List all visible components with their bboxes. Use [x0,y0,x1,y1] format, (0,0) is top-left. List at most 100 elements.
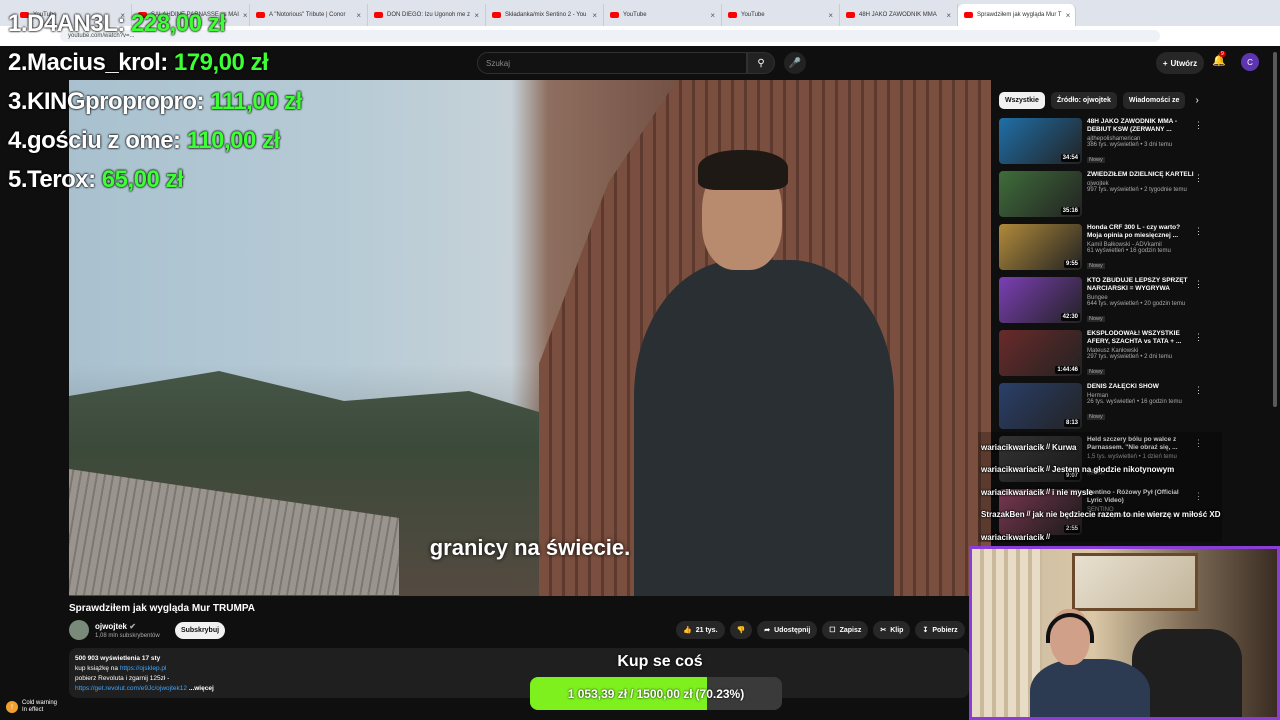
channel-avatar[interactable] [69,620,89,640]
download-button[interactable]: ↧ Pobierz [915,621,965,639]
more-options-icon[interactable]: ⋮ [1194,279,1203,290]
donation-goal-title: Kup se coś [617,653,703,670]
chevron-right-icon[interactable]: › [1195,92,1198,109]
sidebar-video-item[interactable]: 9:55 Honda CRF 300 L - czy warto? Moja op… [999,224,1209,277]
browser-tab[interactable]: DON DIEGO: Izu Ugonoh me z × [368,4,486,26]
video-thumbnail[interactable]: 8:13 [999,383,1082,429]
goal-percent: (70.23%) [695,686,745,701]
sidebar-video-item[interactable]: 34:54 48H JAKO ZAWODNIK MMA - DEBIUT KSW … [999,118,1209,171]
video-info: ZWIEDZIŁEM DZIELNICĘ KARTELI ojwojtek 997 … [1087,171,1195,193]
video-thumbnail[interactable]: 35:16 [999,171,1082,217]
revolut-link[interactable]: https://get.revolut.com/e9Jc/ojwojtek12 [75,685,187,692]
more-options-icon[interactable]: ⋮ [1194,385,1203,396]
browser-tab[interactable]: YouTube × [604,4,722,26]
webcam-poster [1072,553,1198,611]
youtube-favicon-icon [728,12,737,18]
voice-search-button[interactable]: 🎤 [784,52,806,74]
video-info: 48H JAKO ZAWODNIK MMA - DEBIUT KSW (ZERW… [1087,118,1195,166]
video-duration: 1:44:46 [1055,366,1080,374]
share-icon: ➦ [764,627,771,634]
video-title[interactable]: EKSPLODOWAŁ! WSZYSTKIE AFERY, SZACHTA vs… [1087,330,1195,346]
more-options-icon[interactable]: ⋮ [1194,332,1203,343]
share-button[interactable]: ➦ Udostępnij [757,621,818,639]
show-more-button[interactable]: ...więcej [189,685,214,692]
leaderboard-rank: 5. [8,166,28,193]
warning-icon: ! [6,701,18,713]
leaderboard-amount: 179,00 zł [173,49,269,76]
new-badge: Nowy [1087,369,1105,375]
youtube-favicon-icon [492,12,501,18]
video-duration: 35:16 [1060,207,1080,215]
new-badge: Nowy [1087,414,1105,420]
leaderboard-rank: 3. [8,88,28,115]
browser-tab[interactable]: YouTube × [722,4,840,26]
scissors-icon: ✂ [880,627,887,634]
donation-goal-bar: 1 053,39 zł/1500,00 zł (70.23%) [530,677,782,710]
chat-text: Jestem na głodzie nikotynowym [1052,465,1175,475]
close-tab-icon[interactable]: × [356,11,361,20]
sidebar-video-item[interactable]: 35:16 ZWIEDZIŁEM DZIELNICĘ KARTELI ojwojte… [999,171,1209,224]
save-button[interactable]: ☐ Zapisz [822,621,869,639]
more-options-icon[interactable]: ⋮ [1194,173,1203,184]
close-tab-icon[interactable]: × [710,11,715,20]
video-title[interactable]: 48H JAKO ZAWODNIK MMA - DEBIUT KSW (ZERW… [1087,118,1195,134]
chat-message: StrazakBen//jak nie będziecie razem to n… [981,504,1221,527]
bookmark-icon: ☐ [829,627,836,634]
goal-separator: / [630,686,634,701]
youtube-favicon-icon [846,12,855,18]
video-title[interactable]: Honda CRF 300 L - czy warto? Moja opinia… [1087,224,1195,240]
streamer-webcam [969,546,1280,720]
chat-text: i nie mysle [1052,487,1093,497]
search-button[interactable]: ⚲ [747,52,775,74]
video-title[interactable]: DENIS ZAŁĘCKI SHOW [1087,383,1195,391]
close-tab-icon[interactable]: × [828,11,833,20]
account-avatar[interactable]: C [1241,53,1259,71]
filter-chip[interactable]: Wszystkie [999,92,1045,109]
sidebar-video-item[interactable]: 42:30 KTO ZBUDUJE LEPSZY SPRZĘT NARCIARSK… [999,277,1209,330]
filter-chip[interactable]: Źródło: ojwojtek [1050,92,1117,109]
video-thumbnail[interactable]: 42:30 [999,277,1082,323]
filter-chip[interactable]: Wiadomości ze [1122,92,1186,109]
chat-separator-icon: // [1046,488,1051,496]
video-description[interactable]: 500 903 wyświetlenia 17 sty kup książkę … [69,648,969,698]
subscribe-button[interactable]: Subskrybuj [175,622,225,639]
video-info: KTO ZBUDUJE LEPSZY SPRZĘT NARCIARSKI = W… [1087,277,1195,325]
leaderboard-row: 4.gościu z ome: 110,00 zł [8,127,302,166]
more-options-icon[interactable]: ⋮ [1194,120,1203,131]
close-tab-icon[interactable]: × [592,11,597,20]
channel-name[interactable]: ojwojtek ✔ [95,622,136,631]
video-meta: 386 tys. wyświetleń • 3 dni temu [1087,142,1173,148]
notifications-button[interactable]: 🔔 9 [1212,51,1226,67]
sidebar-video-item[interactable]: 8:13 DENIS ZAŁĘCKI SHOW Herman 26 tys. wyśw… [999,383,1209,436]
thumbs-down-icon: 👎 [736,627,746,634]
page-scrollbar[interactable] [1273,52,1277,407]
like-button[interactable]: 👍 21 tys. [676,621,725,639]
streamer-body [1030,659,1150,717]
create-button[interactable]: + Utwórz [1156,52,1204,74]
browser-tab[interactable]: 48H JAKO ZAWODNIK MMA × [840,4,958,26]
leaderboard-row: 2.Macius_krol: 179,00 zł [8,49,302,88]
chat-message: wariacikwariacik//Jestem na głodzie niko… [981,459,1221,482]
leaderboard-name: gościu z ome: [27,127,181,154]
more-options-icon[interactable]: ⋮ [1194,226,1203,237]
video-title[interactable]: KTO ZBUDUJE LEPSZY SPRZĘT NARCIARSKI = W… [1087,277,1195,293]
video-thumbnail[interactable]: 34:54 [999,118,1082,164]
video-thumbnail[interactable]: 9:55 [999,224,1082,270]
recommendation-chips: Wszystkie Źródło: ojwojtek Wiadomości ze › [999,92,1199,109]
browser-tab-label: 48H JAKO ZAWODNIK MMA [859,12,937,18]
close-tab-icon[interactable]: × [946,11,951,20]
chat-username: wariacikwariacik [981,442,1045,452]
weather-widget[interactable]: ! Cold warning In effect [6,700,57,714]
sidebar-video-item[interactable]: 1:44:46 EKSPLODOWAŁ! WSZYSTKIE AFERY, SZA… [999,330,1209,383]
browser-tab[interactable]: Składanka/mix Sentino 2 - You × [486,4,604,26]
search-input[interactable]: Szukaj [477,52,747,74]
close-tab-icon[interactable]: × [474,11,479,20]
browser-tab[interactable]: Sprawdziłem jak wygląda Mur T × [958,4,1076,26]
leaderboard-row: 1.D4AN3L: 228,00 zł [8,10,302,49]
dislike-button[interactable]: 👎 [729,621,753,639]
close-tab-icon[interactable]: × [1066,11,1071,20]
shop-link[interactable]: https://ojsklep.pl [120,665,167,672]
video-thumbnail[interactable]: 1:44:46 [999,330,1082,376]
video-title[interactable]: ZWIEDZIŁEM DZIELNICĘ KARTELI [1087,171,1195,179]
clip-button[interactable]: ✂ Klip [873,621,911,639]
